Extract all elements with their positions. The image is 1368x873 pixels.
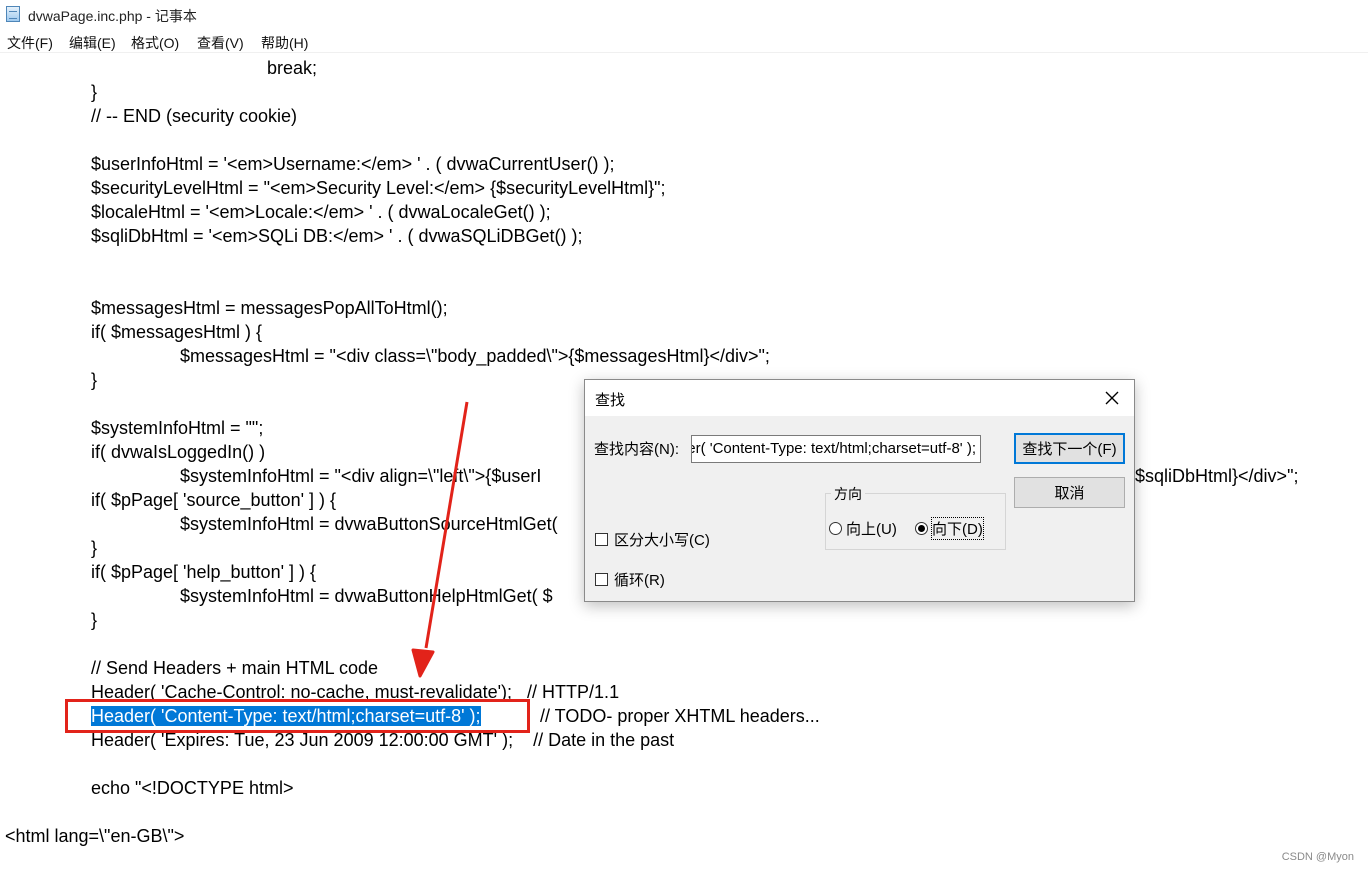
- code-line: if( $pPage[ 'source_button' ] ) {: [91, 490, 337, 510]
- menu-file[interactable]: 文件(F): [7, 33, 53, 53]
- code-line: }: [91, 370, 98, 390]
- code-line: $sqliDbHtml = '<em>SQLi DB:</em> ' . ( d…: [91, 226, 583, 246]
- direction-up-radio[interactable]: 向上(U): [829, 518, 897, 539]
- radio-up-icon: [829, 522, 842, 535]
- code-line: $messagesHtml = "<div class=\"body_padde…: [180, 346, 770, 366]
- code-line: // TODO- proper XHTML headers...: [525, 706, 820, 726]
- wrap-label: 循环(R): [614, 572, 665, 589]
- code-line: $localeHtml = '<em>Locale:</em> ' . ( dv…: [91, 202, 551, 222]
- direction-label: 方向: [831, 484, 865, 504]
- find-what-label: 查找内容(N):: [594, 441, 679, 458]
- code-line: }: [91, 538, 98, 558]
- notepad-icon: [6, 6, 20, 22]
- menu-edit[interactable]: 编辑(E): [69, 33, 116, 53]
- code-line: if( $messagesHtml ) {: [91, 322, 263, 342]
- menu-bar: 文件(F) 编辑(E) 格式(O) 查看(V) 帮助(H): [0, 30, 1368, 53]
- code-line: $systemInfoHtml = dvwaButtonHelpHtmlGet(…: [180, 586, 553, 606]
- highlight-box-annotation: [65, 699, 530, 733]
- wrap-checkbox[interactable]: 循环(R): [595, 569, 665, 590]
- dialog-title-bar: 查找: [585, 380, 1134, 416]
- match-case-checkbox[interactable]: 区分大小写(C): [595, 529, 710, 550]
- checkbox-icon: [595, 533, 608, 546]
- window-title: dvwaPage.inc.php - 记事本: [28, 8, 197, 24]
- menu-view[interactable]: 查看(V): [197, 33, 244, 53]
- code-line: // Send Headers + main HTML code: [91, 658, 378, 678]
- code-line: }: [91, 610, 98, 630]
- code-line: $userInfoHtml = '<em>Username:</em> ' . …: [91, 154, 615, 174]
- menu-help[interactable]: 帮助(H): [261, 33, 308, 53]
- title-bar: dvwaPage.inc.php - 记事本: [0, 0, 1368, 30]
- menu-format[interactable]: 格式(O): [131, 33, 179, 53]
- checkbox-icon: [595, 573, 608, 586]
- code-line: break;: [267, 58, 318, 78]
- match-case-label: 区分大小写(C): [614, 532, 710, 549]
- code-line: }: [91, 82, 98, 102]
- code-line: $securityLevelHtml = "<em>Security Level…: [91, 178, 666, 198]
- code-line: $sqliDbHtml}</div>";: [1135, 466, 1299, 486]
- find-next-button[interactable]: 查找下一个(F): [1014, 433, 1125, 464]
- find-dialog: 查找 查找内容(N): Header( 'Content-Type: text/…: [584, 379, 1135, 602]
- code-line: // -- END (security cookie): [91, 106, 298, 126]
- cancel-button[interactable]: 取消: [1014, 477, 1125, 508]
- direction-up-label: 向上(U): [846, 521, 897, 538]
- code-line: <html lang=\"en-GB\">: [5, 826, 185, 846]
- code-line: $systemInfoHtml = dvwaButtonSourceHtmlGe…: [180, 514, 558, 534]
- code-line: if( $pPage[ 'help_button' ] ) {: [91, 562, 317, 582]
- watermark: CSDN @Myon⁠: [1281, 851, 1354, 863]
- dialog-title: 查找: [595, 392, 626, 409]
- code-line: $systemInfoHtml = "";: [91, 418, 264, 438]
- find-what-value: Header( 'Content-Type: text/html;charset…: [692, 440, 976, 457]
- code-line: $messagesHtml = messagesPopAllToHtml();: [91, 298, 448, 318]
- find-what-input[interactable]: Header( 'Content-Type: text/html;charset…: [691, 435, 981, 463]
- close-icon[interactable]: [1100, 386, 1124, 410]
- code-line: echo "<!DOCTYPE html>: [91, 778, 294, 798]
- code-line: $systemInfoHtml = "<div align=\"left\">{…: [180, 466, 542, 486]
- direction-down-radio[interactable]: 向下(D): [915, 517, 984, 540]
- code-line: if( dvwaIsLoggedIn() ): [91, 442, 266, 462]
- direction-down-label: 向下(D): [931, 517, 984, 540]
- radio-down-selected-icon: [915, 522, 928, 535]
